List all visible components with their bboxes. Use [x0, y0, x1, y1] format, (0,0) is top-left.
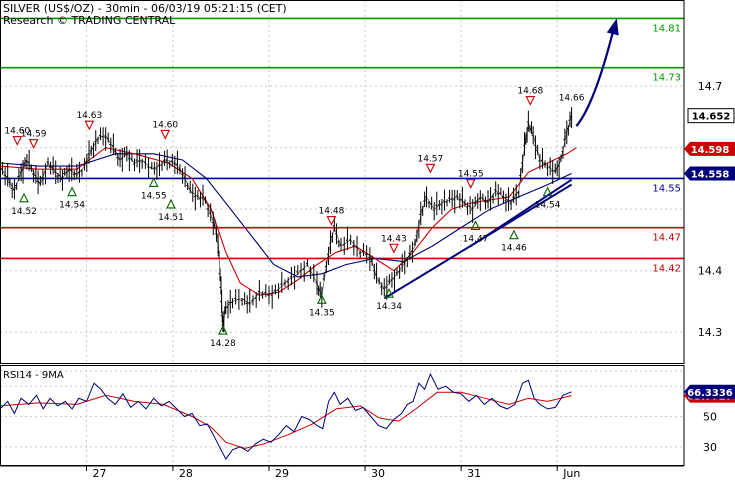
time-tick-label: Jun [562, 467, 580, 480]
swing-low-label: 14.46 [501, 244, 527, 254]
time-tick-label: 27 [92, 467, 106, 480]
price-tag-text: 14.558 [691, 170, 730, 181]
swing-low-label: 14.54 [535, 201, 561, 211]
time-tick-label: 30 [371, 467, 385, 480]
rsi-title: RSI14 - 9MA [3, 370, 64, 381]
price-tick-label: 14.7 [698, 80, 723, 93]
swing-low-label: 14.47 [463, 234, 489, 244]
swing-low-label: 14.51 [158, 213, 184, 223]
swing-low-label: 14.54 [59, 201, 85, 211]
level-label: 14.47 [652, 233, 681, 244]
chart-subtitle: Research © TRADING CENTRAL [3, 14, 176, 27]
chart-canvas: 14.81 14.73 14.55 14.47 14.42 14.60 14.59 14.5… [0, 0, 735, 480]
current-price-label: 14.652 [692, 112, 731, 123]
price-tick-label: 14.4 [698, 265, 723, 278]
chart-window: 14.81 14.73 14.55 14.47 14.42 14.60 14.59 14.5… [0, 0, 735, 480]
swing-high-label: 14.48 [319, 207, 345, 217]
time-tick-label: 28 [179, 467, 193, 480]
swing-low-label: 14.52 [11, 207, 37, 217]
swing-low-label: 14.35 [309, 308, 335, 318]
level-label: 14.55 [652, 183, 681, 194]
rsi-tick-label: 50 [703, 411, 717, 424]
swing-low-label: 14.34 [376, 302, 402, 312]
swing-high-label: 14.55 [458, 170, 484, 180]
level-label: 14.42 [652, 263, 681, 274]
swing-high-label: 14.68 [517, 87, 543, 97]
swing-high-label: 14.57 [417, 154, 443, 164]
swing-high-label: 14.59 [21, 130, 47, 140]
swing-high-label: 14.43 [381, 234, 407, 244]
swing-high-label: 14.60 [152, 120, 178, 130]
time-tick-label: 31 [467, 467, 481, 480]
price-tag-text: 14.598 [691, 145, 730, 156]
swing-low-label: 14.28 [210, 339, 236, 349]
price-tick-label: 14.3 [698, 326, 723, 339]
swing-low-label: 14.55 [141, 191, 167, 201]
level-label: 14.73 [652, 73, 681, 84]
swing-label: 14.66 [559, 94, 585, 104]
level-label: 14.81 [652, 23, 681, 34]
swing-high-label: 14.63 [76, 111, 102, 121]
rsi-value-tag-text: 66.3336 [687, 388, 733, 399]
rsi-tick-label: 30 [703, 441, 717, 454]
chart-background [0, 0, 735, 480]
time-tick-label: 29 [275, 467, 289, 480]
